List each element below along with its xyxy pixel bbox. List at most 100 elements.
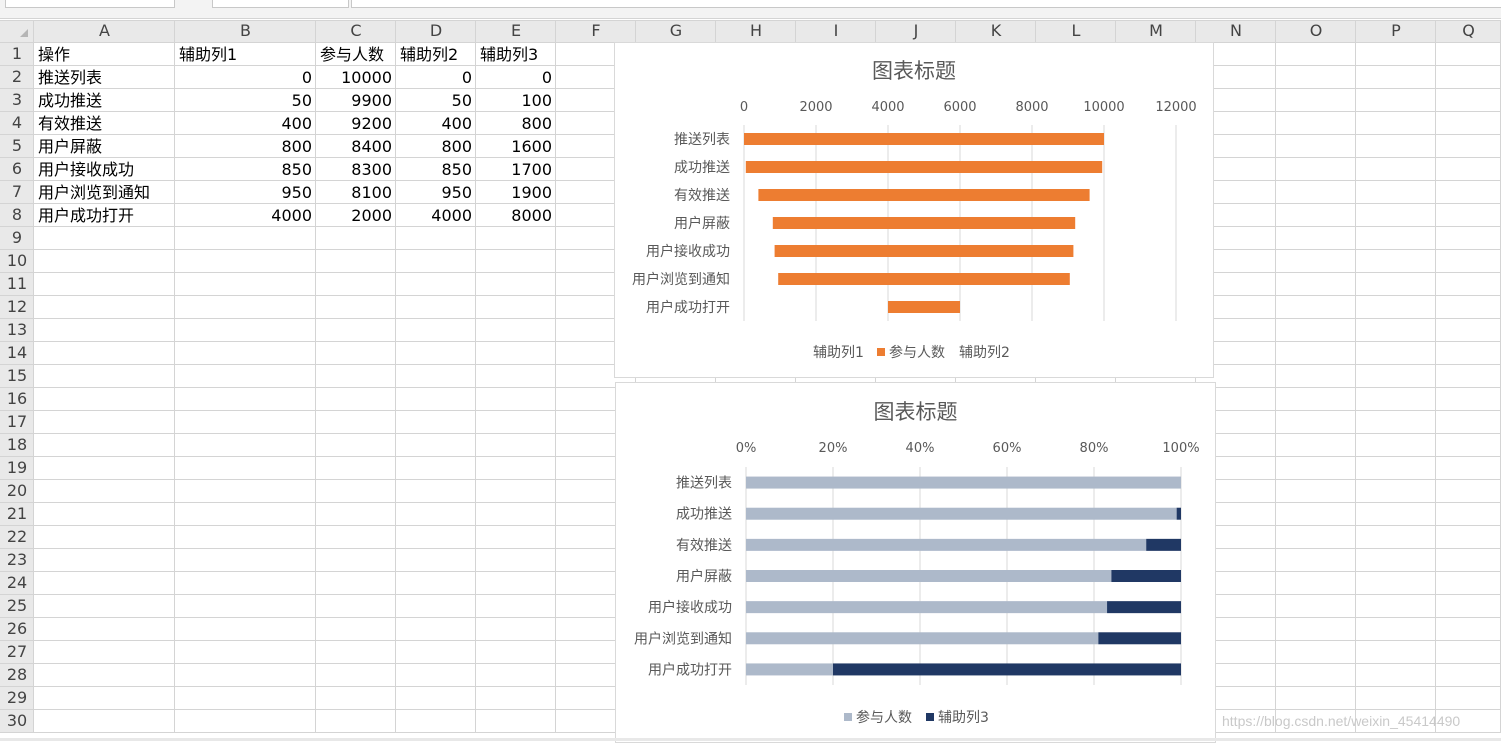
cell: 0 [302,68,312,87]
cell: 1900 [511,183,552,202]
row-header-27: 27 [7,642,27,661]
row-header-17: 17 [7,412,27,431]
cell: 4000 [431,206,472,225]
x-tick-label: 2000 [799,100,832,115]
cell: 1600 [511,137,552,156]
row-header-14: 14 [7,343,27,362]
cell: 800 [521,114,552,133]
bar-参与人数-用户接收成功 [774,245,1074,257]
header-cell: 辅助列1 [179,45,237,64]
column-header-A: A [99,21,110,40]
cell: 用户成功打开 [38,206,134,225]
row-header-29: 29 [7,688,27,707]
bar-辅助列3-成功推送 [1176,507,1181,520]
x-tick-label: 80% [1080,441,1109,456]
column-header-L: L [1072,21,1081,40]
row-header-3: 3 [12,90,22,109]
cell: 950 [281,183,312,202]
header-cell: 辅助列2 [400,45,458,64]
bar-参与人数-推送列表 [744,133,1104,145]
column-header-D: D [430,21,442,40]
bar-辅助列3-用户成功打开 [833,663,1181,676]
column-header-F: F [591,21,600,40]
header-cell: 参与人数 [320,45,384,64]
cell: 8400 [351,137,392,156]
bar-参与人数-用户接收成功 [746,601,1108,614]
bar-参与人数-用户屏蔽 [746,570,1112,582]
x-tick-label: 60% [993,441,1022,456]
column-header-J: J [913,21,919,40]
column-header-C: C [350,21,361,40]
cell: 8100 [351,183,392,202]
bar-辅助列3-用户接收成功 [1107,601,1181,614]
x-tick-label: 0% [736,441,757,456]
column-header-G: G [670,21,682,40]
cell: 0 [542,68,552,87]
cell: 850 [441,160,472,179]
x-tick-label: 12000 [1155,100,1196,115]
cell: 1700 [511,160,552,179]
bar-参与人数-用户屏蔽 [772,217,1076,229]
legend-label: 辅助列1 [813,345,864,361]
column-header-B: B [240,21,251,40]
row-header-19: 19 [7,458,27,477]
category-label: 成功推送 [676,507,732,523]
row-header-4: 4 [12,113,22,132]
cell: 推送列表 [38,68,102,87]
category-label: 用户接收成功 [648,599,732,616]
category-label: 用户成功打开 [648,661,732,678]
row-header-18: 18 [7,435,27,454]
cell: 10000 [341,68,392,87]
bar-参与人数-用户成功打开 [888,301,960,313]
column-header-M: M [1149,21,1163,40]
row-header-26: 26 [7,619,27,638]
bar-辅助列3-用户浏览到通知 [1098,632,1181,645]
legend-label: 参与人数 [889,344,945,361]
cell: 8300 [351,160,392,179]
row-header-12: 12 [7,297,27,316]
legend-swatch [877,348,885,356]
bar-参与人数-成功推送 [745,161,1103,173]
cell: 800 [281,137,312,156]
chart-bottom[interactable]: 图表标题 0% 20% 40% 60% 80% 100% 推送列表 成功推送 有效推送 用户屏蔽 用户… [615,382,1216,743]
legend-label: 辅助列3 [938,710,989,726]
legend-swatch [926,713,934,721]
chart-top[interactable]: 图表标题 0 2000 4000 6000 8000 10000 12000 推送列表 成功推送有… [614,42,1214,378]
category-label: 成功推送 [674,160,730,176]
x-tick-label: 8000 [1015,100,1048,115]
row-header-8: 8 [12,205,22,224]
bar-参与人数-用户浏览到通知 [746,632,1099,645]
row-header-28: 28 [7,665,27,684]
category-label: 有效推送 [676,538,732,554]
bar-参与人数-用户成功打开 [746,663,833,676]
row-header-30: 30 [7,711,27,730]
category-label: 用户屏蔽 [674,215,730,232]
row-header-6: 6 [12,159,22,178]
header-cell: 操作 [38,45,70,64]
header-cell: 辅助列3 [480,45,538,64]
row-header-5: 5 [12,136,22,155]
cell: 950 [441,183,472,202]
cell: 4000 [271,206,312,225]
row-header-13: 13 [7,320,27,339]
row-header-9: 9 [12,228,22,247]
x-tick-label: 6000 [943,100,976,115]
row-header-25: 25 [7,596,27,615]
column-header-E: E [511,21,521,40]
cell: 9900 [351,91,392,110]
cell: 850 [281,160,312,179]
row-header-2: 2 [12,67,22,86]
chart-title: 图表标题 [874,400,958,424]
bar-辅助列3-用户屏蔽 [1111,570,1181,582]
column-header-H: H [750,21,762,40]
category-label: 用户浏览到通知 [634,630,732,647]
category-label: 用户浏览到通知 [632,271,730,288]
cell: 9200 [351,114,392,133]
category-label: 推送列表 [676,476,732,492]
category-label: 用户接收成功 [646,243,730,260]
legend-label: 辅助列2 [959,345,1010,361]
category-label: 用户屏蔽 [676,568,732,585]
chart-title: 图表标题 [872,59,956,83]
bar-参与人数-有效推送 [758,189,1090,201]
cell: 50 [452,91,472,110]
